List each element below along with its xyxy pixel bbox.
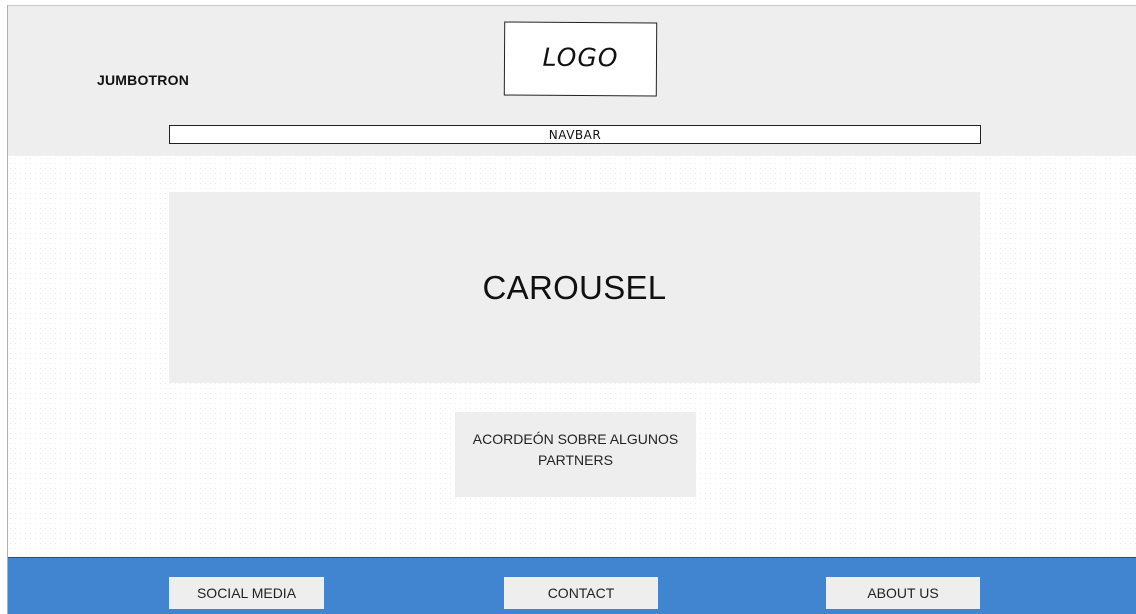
accordion-label: ACORDEÓN SOBRE ALGUNOS PARTNERS (472, 430, 679, 468)
about-us-button[interactable]: ABOUT US (826, 577, 980, 609)
logo-label: LOGO (542, 42, 619, 72)
footer: SOCIAL MEDIA CONTACT ABOUT US (8, 557, 1136, 614)
carousel-label: CAROUSEL (482, 268, 667, 306)
contact-button[interactable]: CONTACT (504, 577, 658, 609)
navbar-label: NAVBAR (548, 127, 602, 142)
carousel[interactable]: CAROUSEL (169, 192, 980, 383)
partners-accordion[interactable]: ACORDEÓN SOBRE ALGUNOS PARTNERS (455, 412, 696, 497)
logo-placeholder[interactable]: LOGO (503, 21, 658, 97)
social-media-button[interactable]: SOCIAL MEDIA (169, 577, 324, 609)
navbar[interactable]: NAVBAR (169, 125, 981, 144)
jumbotron-label: JUMBOTRON (97, 72, 190, 88)
